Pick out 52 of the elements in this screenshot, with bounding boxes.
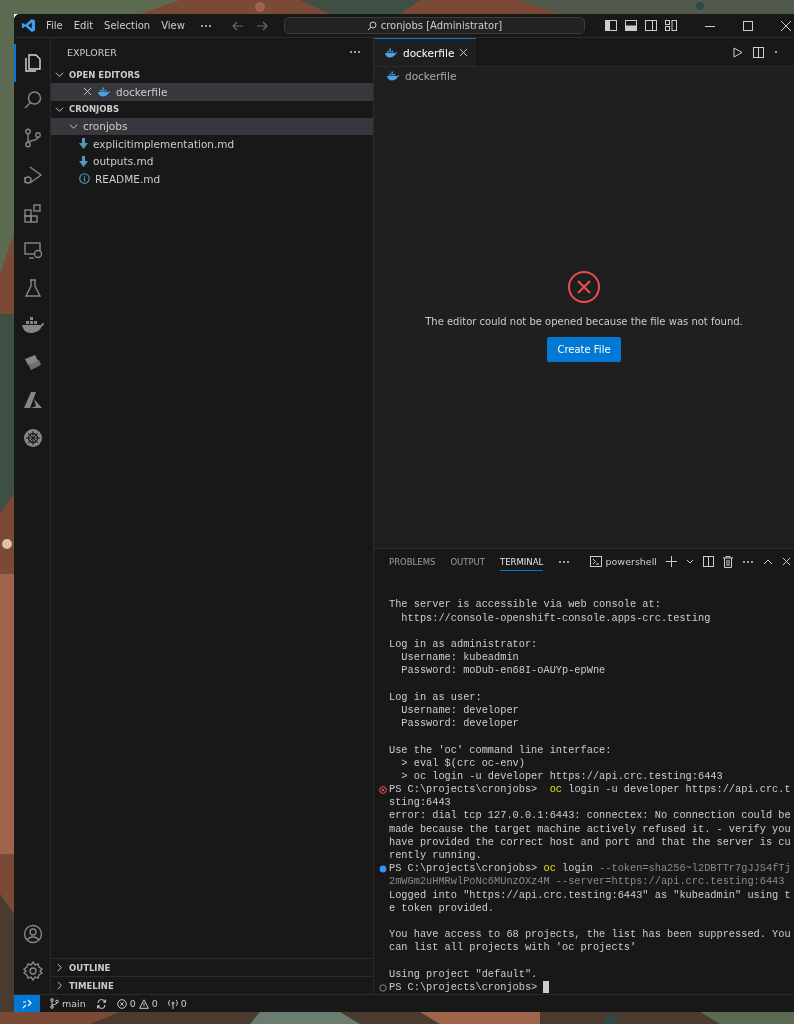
tree-item[interactable]: outputs.md (51, 152, 373, 170)
terminal-line: PS C:\projects\cronjobs> oc login -u developer https://api.crc.t (389, 783, 791, 797)
terminal-line: Password: moDub-en68I-oAUYp-epWne (400, 664, 606, 678)
tree-item[interactable]: cronjobs (51, 117, 373, 135)
terminal-line: > oc login -u developer https://api.crc.testing:6443 (400, 769, 723, 783)
menu-item[interactable]: Selection (104, 20, 151, 31)
section-header[interactable]: TIMELINE (51, 976, 373, 994)
terminal-line: > eval $(crc oc-env) (400, 756, 525, 770)
breadcrumb[interactable]: dockerfile (374, 67, 457, 82)
tree-item[interactable]: README.md (51, 170, 373, 188)
panel-tab[interactable]: PROBLEMS (389, 552, 436, 571)
terminal-line: 2mWGm2uHMRwlPoNc6MUnzOXz4M --server=https://api.crc.testing:6443 (389, 875, 785, 889)
terminal-line: Logged into "https://api.crc.testing:6443" as "kubeadmin" using t (389, 888, 791, 902)
terminal-line: PS C:\projects\cronjobs> (389, 980, 539, 994)
problems-status[interactable]: 0 0 (116, 998, 158, 1009)
terminal-line: e token provided. (389, 901, 495, 915)
branch-status[interactable]: main (50, 998, 86, 1009)
terminal-line: https://console-openshift-console.apps-crc.testing (400, 611, 711, 625)
terminal-line: Use the 'oc' command line interface: (389, 743, 612, 757)
terminal-line: PS C:\projects\cronjobs> oc login --token=sha256~l2DBTTr7gJJS4fTj (389, 862, 791, 876)
terminal-line: can list all projects with 'oc projects' (389, 941, 637, 955)
section-header[interactable]: OUTLINE (51, 958, 373, 976)
panel-tab[interactable]: TERMINAL (500, 552, 544, 571)
terminal-line: have provided the correct host and port and that the server is cu (389, 835, 791, 849)
terminal-line: error: dial tcp 127.0.0.1:6443: connectex: No connection could be (389, 809, 791, 823)
sidebar-title: EXPLORER (67, 46, 117, 58)
terminal-line: Log in as user: (389, 690, 482, 704)
ports-status[interactable]: 0 (167, 998, 187, 1009)
terminal-selector[interactable]: powershell (589, 556, 657, 568)
command-center-text: cronjobs [Administrator] (380, 20, 503, 31)
tree-item[interactable]: explicitimplementation.md (51, 135, 373, 153)
terminal-line: The server is accessible via web console at: (389, 598, 661, 612)
terminal-line: rently running. (389, 849, 482, 863)
section-header[interactable]: CRONJOBS (51, 100, 373, 118)
command-center[interactable]: cronjobs [Administrator] (283, 17, 585, 34)
editor-tab[interactable]: dockerfile (374, 38, 477, 66)
terminal-line: Log in as administrator: (389, 638, 538, 652)
error-message: The editor could not be opened because the file was not found. (425, 316, 743, 327)
terminal-line: Username: developer (400, 703, 519, 717)
panel-tab[interactable]: OUTPUT (450, 552, 486, 571)
menu-item[interactable]: Edit (73, 20, 94, 31)
menu-item[interactable]: File (46, 20, 63, 31)
terminal-line: Username: kubeadmin (400, 651, 519, 665)
terminal-line: Password: developer (400, 717, 519, 731)
terminal-line: You have access to 68 projects, the list has been suppressed. You (389, 928, 791, 942)
terminal-line: made because the target machine actively refused it. - verify you (389, 822, 791, 836)
tree-item[interactable]: dockerfile (51, 83, 373, 101)
section-header[interactable]: OPEN EDITORS (51, 66, 373, 83)
create-file-button[interactable]: Create File (547, 337, 621, 362)
terminal-line: Using project "default". (389, 967, 538, 981)
terminal-line: sting:6443 (389, 796, 451, 810)
menu-item[interactable]: View (161, 20, 185, 31)
